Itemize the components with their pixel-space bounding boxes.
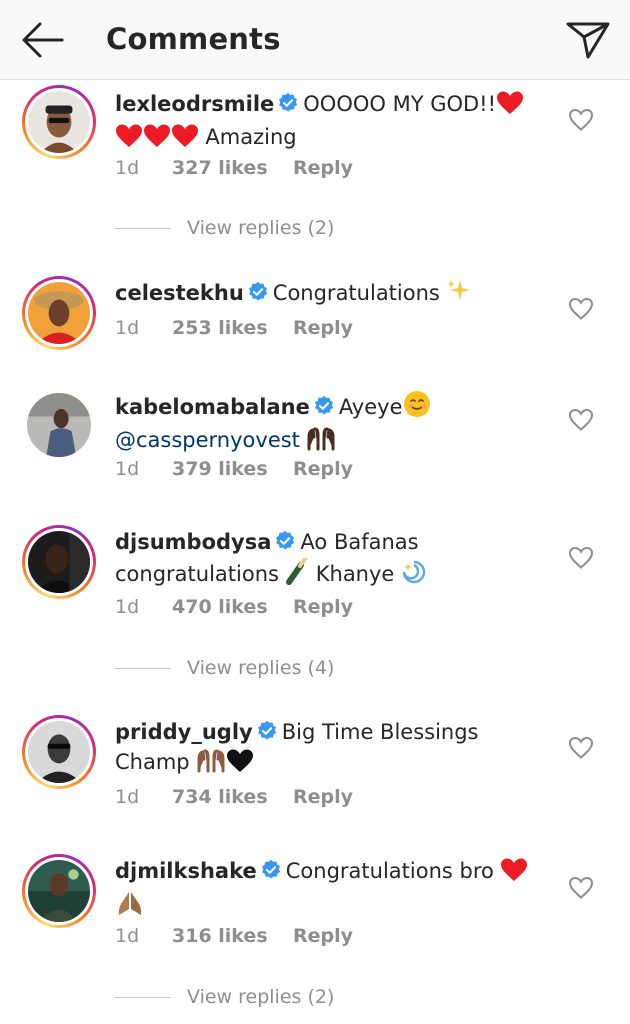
divider — [115, 996, 171, 998]
comment-timestamp: 1d — [115, 786, 140, 808]
reply-button[interactable]: Reply — [293, 317, 353, 339]
comment-username[interactable]: lexleodrsmile — [115, 92, 274, 116]
comment-timestamp: 1d — [115, 317, 140, 339]
reply-button[interactable]: Reply — [293, 596, 353, 618]
avatar[interactable] — [22, 854, 96, 928]
comment-item: djsumbodysa Ao Bafanas congratulations Kh… — [0, 522, 630, 688]
raising-hands-emoji-icon — [196, 747, 226, 780]
likes-count[interactable]: 253 likes — [172, 317, 293, 339]
avatar[interactable] — [22, 525, 96, 599]
comment-text: Amazing — [205, 125, 297, 149]
comment-meta: 1d 379 likes Reply — [115, 458, 353, 480]
comment-body: priddy_ugly Big Time Blessings Champ — [115, 717, 545, 780]
comment-text: Ayeye — [338, 395, 403, 419]
view-replies-button[interactable]: View replies (2) — [115, 216, 334, 240]
view-replies-label: View replies (4) — [187, 657, 335, 679]
folded-hands-emoji-icon — [115, 889, 145, 924]
comment-meta: 1d 734 likes Reply — [115, 786, 353, 808]
red-heart-emoji-icon — [171, 124, 199, 155]
comment-item: priddy_ugly Big Time Blessings Champ 1d 73… — [0, 712, 630, 824]
raising-hands-emoji-icon — [306, 425, 336, 458]
champagne-emoji-icon — [285, 557, 309, 592]
divider — [115, 667, 171, 669]
like-heart-icon[interactable] — [568, 408, 594, 432]
comment-text: Congratulations bro — [285, 859, 494, 883]
view-replies-label: View replies (2) — [187, 986, 335, 1008]
comment-text: Big Time Blessings — [281, 720, 479, 744]
comment-item: lexleodrsmile OOOOO MY GOD!! Amazing 1d 32… — [0, 80, 630, 250]
comment-body: celestekhu Congratulations — [115, 278, 545, 311]
black-heart-emoji-icon — [226, 749, 254, 780]
comment-timestamp: 1d — [115, 596, 140, 618]
comment-body: kabelomabalane Ayeye @casspernyovest — [115, 390, 545, 458]
verified-badge-icon — [261, 859, 280, 879]
comment-item: djmilkshake Congratulations bro 1d 316 lik… — [0, 851, 630, 1024]
verified-badge-icon — [257, 720, 276, 740]
avatar[interactable] — [22, 85, 96, 159]
comment-body: djmilkshake Congratulations bro — [115, 856, 545, 924]
comment-timestamp: 1d — [115, 925, 140, 947]
reply-button[interactable]: Reply — [293, 157, 353, 179]
reply-button[interactable]: Reply — [293, 458, 353, 480]
comment-text: congratulations — [115, 562, 279, 586]
like-heart-icon[interactable] — [568, 297, 594, 321]
red-heart-emoji-icon — [143, 124, 171, 155]
reply-button[interactable]: Reply — [293, 925, 353, 947]
comment-meta: 1d 470 likes Reply — [115, 596, 353, 618]
comment-text: Congratulations — [272, 281, 440, 305]
avatar[interactable] — [22, 276, 96, 350]
like-heart-icon[interactable] — [568, 876, 594, 900]
comment-username[interactable]: kabelomabalane — [115, 395, 310, 419]
back-arrow-icon[interactable] — [20, 20, 64, 60]
comment-username[interactable]: priddy_ugly — [115, 720, 253, 744]
verified-badge-icon — [279, 92, 298, 112]
likes-count[interactable]: 470 likes — [172, 596, 293, 618]
like-heart-icon[interactable] — [568, 736, 594, 760]
verified-badge-icon — [276, 530, 295, 550]
page-title: Comments — [106, 22, 281, 56]
comment-username[interactable]: djsumbodysa — [115, 530, 271, 554]
comment-text: OOOOO MY GOD!! — [303, 92, 497, 116]
comment-meta: 1d 327 likes Reply — [115, 157, 353, 179]
verified-badge-icon — [248, 281, 267, 301]
comments-list[interactable]: lexleodrsmile OOOOO MY GOD!! Amazing 1d 32… — [0, 80, 630, 1024]
paper-plane-icon[interactable] — [566, 20, 610, 60]
top-bar: Comments — [0, 0, 630, 80]
verified-badge-icon — [314, 395, 334, 415]
view-replies-button[interactable]: View replies (2) — [115, 985, 334, 1009]
view-replies-button[interactable]: View replies (4) — [115, 656, 334, 680]
comment-username[interactable]: djmilkshake — [115, 859, 257, 883]
comment-username[interactable]: celestekhu — [115, 281, 244, 305]
comment-text: Champ — [115, 750, 190, 774]
comment-meta: 1d 316 likes Reply — [115, 925, 353, 947]
red-heart-emoji-icon — [500, 858, 528, 889]
sparkles-emoji-icon — [446, 278, 472, 311]
comment-timestamp: 1d — [115, 157, 140, 179]
user-mention-link[interactable]: @casspernyovest — [115, 428, 300, 452]
comment-timestamp: 1d — [115, 458, 140, 480]
dizzy-emoji-icon — [401, 559, 427, 592]
like-heart-icon[interactable] — [568, 108, 594, 132]
view-replies-label: View replies (2) — [187, 217, 335, 239]
red-heart-emoji-icon — [115, 124, 143, 155]
reply-button[interactable]: Reply — [293, 786, 353, 808]
likes-count[interactable]: 327 likes — [172, 157, 293, 179]
avatar[interactable] — [22, 388, 96, 462]
smiling-face-emoji-icon — [403, 390, 431, 425]
comment-body: djsumbodysa Ao Bafanas congratulations Kh… — [115, 527, 545, 592]
likes-count[interactable]: 734 likes — [172, 786, 293, 808]
likes-count[interactable]: 316 likes — [172, 925, 293, 947]
comment-item: kabelomabalane Ayeye @casspernyovest 1d 37… — [0, 385, 630, 495]
comment-text: Khanye — [315, 562, 395, 586]
like-heart-icon[interactable] — [568, 546, 594, 570]
divider — [115, 227, 171, 229]
red-heart-emoji-icon — [496, 91, 524, 122]
avatar[interactable] — [22, 715, 96, 789]
comment-item: celestekhu Congratulations 1d 253 likes Rep… — [0, 273, 630, 368]
likes-count[interactable]: 379 likes — [172, 458, 293, 480]
comment-body: lexleodrsmile OOOOO MY GOD!! Amazing — [115, 89, 545, 155]
comment-text: Ao Bafanas — [300, 530, 419, 554]
comment-meta: 1d 253 likes Reply — [115, 317, 353, 339]
